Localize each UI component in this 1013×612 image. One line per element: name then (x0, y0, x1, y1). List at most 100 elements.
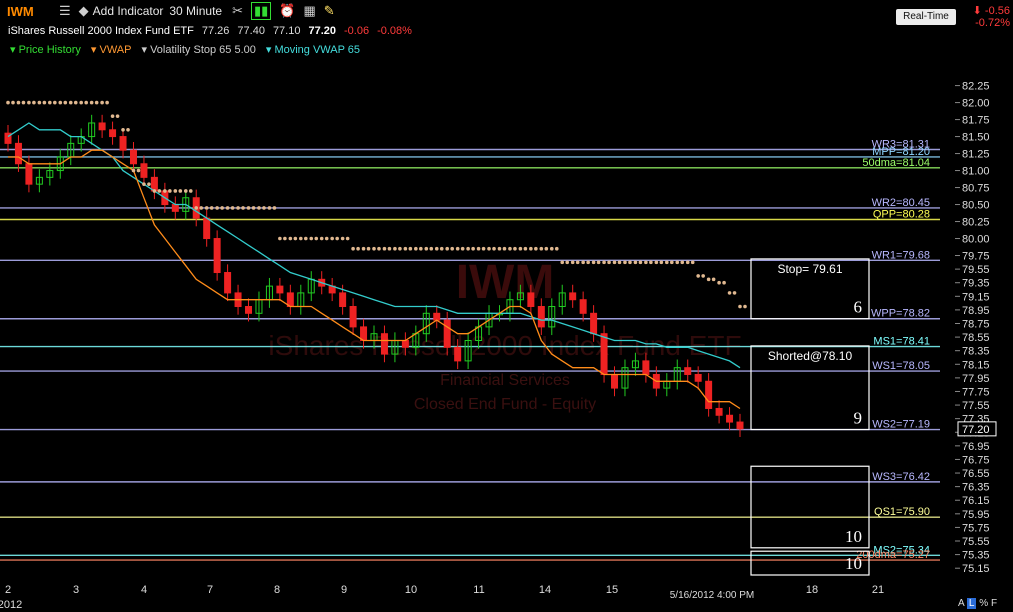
x-tick-label: 9 (341, 584, 347, 596)
interval-select[interactable]: 30 Minute (169, 4, 222, 18)
vol-stop-dot (178, 189, 183, 193)
vol-stop-dot (460, 246, 465, 251)
vol-stop-dot (649, 260, 653, 265)
x-tick-label: 18 (806, 584, 818, 596)
candle (443, 319, 451, 348)
vol-stop-dot (345, 236, 350, 241)
y-tick-label: 76.75 (962, 454, 990, 466)
y-tick-label: 76.95 (962, 441, 990, 453)
vol-stop-dot (230, 206, 235, 210)
quote-pct: -0.08% (377, 25, 412, 37)
y-tick-label: 80.75 (962, 183, 990, 195)
vol-stop-dot (481, 246, 486, 251)
candle (401, 339, 409, 348)
candle (276, 285, 284, 294)
candle (569, 292, 577, 301)
vol-stop-dot (42, 100, 47, 105)
annotation-number: 6 (854, 298, 863, 317)
vol-stop-dot (429, 246, 434, 251)
vol-stop-dot (58, 100, 63, 105)
vol-stop-dot (711, 277, 716, 282)
add-indicator-button[interactable]: Add Indicator (93, 4, 164, 18)
level-label: QS1=75.90 (874, 506, 930, 518)
list-icon[interactable]: ☰ (59, 3, 71, 19)
vol-stop-dot (403, 246, 408, 251)
vol-stop-dot (534, 246, 538, 251)
note-icon[interactable]: ✎ (324, 3, 335, 19)
y-tick-label: 79.55 (962, 264, 990, 276)
candle (380, 333, 388, 355)
fit-toggle[interactable]: F (991, 598, 997, 609)
realtime-badge: Real-Time (896, 9, 956, 25)
vol-stop-dot (717, 280, 721, 285)
vol-stop-dot (84, 100, 88, 105)
quote-low: 77.10 (272, 25, 301, 37)
vol-stop-dot (330, 236, 334, 241)
vol-stop-dot (115, 114, 120, 118)
vol-stop-dot (466, 246, 470, 251)
vol-stop-dot (278, 236, 282, 241)
status-bar: A L % F (958, 598, 997, 609)
vol-stop-dot (743, 304, 747, 309)
price-chart[interactable]: IWM iShares Russell 2000 Index Fund ETF … (0, 60, 1013, 612)
quote-bar: iShares Russell 2000 Index Fund ETF 77.2… (0, 23, 900, 39)
level-label: WR1=79.68 (872, 249, 930, 261)
x-tick-label: 7 (207, 584, 213, 596)
y-tick-label: 79.75 (962, 251, 990, 263)
vol-stop-dot (366, 246, 371, 251)
price-history-label: Price History (18, 43, 81, 56)
candle (684, 367, 692, 375)
vol-stop-dot (387, 246, 392, 251)
percent-scale-toggle[interactable]: % (979, 598, 988, 609)
candle (736, 421, 744, 430)
candle (590, 312, 598, 335)
level-label: WPP=78.82 (871, 308, 930, 320)
level-label: WS2=77.19 (872, 419, 930, 431)
vol-stop-dot (722, 280, 726, 285)
calculator-icon[interactable]: ▦ (303, 3, 315, 19)
symbol-input[interactable]: IWM (7, 4, 55, 19)
vol-stop-dot (471, 246, 475, 251)
vol-stop-dot (89, 100, 94, 105)
level-label: WS1=78.05 (872, 360, 930, 372)
alarm-clock-icon[interactable]: ⏰ (279, 3, 295, 19)
vol-stop-dot (450, 246, 455, 251)
vol-stop-dot (565, 260, 570, 265)
candle (349, 306, 357, 328)
tools-icon[interactable]: ✂ (232, 3, 243, 19)
price-history-study[interactable]: ▾ Price History (10, 43, 81, 56)
vol-stop-dot (105, 100, 109, 105)
level-label: WR2=80.45 (872, 197, 930, 209)
vol-stop-dot (299, 236, 303, 241)
y-tick-label: 77.95 (962, 373, 990, 385)
candle (203, 217, 211, 240)
vol-stop-dot (121, 127, 125, 132)
auto-scale-toggle[interactable]: A (958, 598, 964, 609)
vol-stop-dot (147, 182, 151, 186)
vol-stop-dot (680, 260, 685, 265)
annotation-number: 10 (845, 527, 862, 546)
vol-stop-study[interactable]: ▾ Volatility Stop 65 5.00 (142, 43, 256, 56)
x-tick-label: 11 (473, 584, 484, 596)
linear-scale-toggle[interactable]: L (966, 598, 977, 609)
vol-stop-dot (602, 260, 606, 265)
y-tick-label: 76.15 (962, 495, 990, 507)
vwap-study[interactable]: ▾ VWAP (91, 43, 132, 56)
vol-stop-dot (665, 260, 669, 265)
y-tick-label: 78.55 (962, 332, 990, 344)
candle (109, 129, 117, 138)
vol-stop-dot (37, 100, 42, 105)
y-tick-label: 78.15 (962, 359, 990, 371)
moving-vwap-study[interactable]: ▾ Moving VWAP 65 (266, 43, 360, 56)
vol-stop-dot (539, 246, 544, 251)
candle (600, 333, 608, 375)
add-indicator-icon[interactable]: ◆ (79, 3, 89, 19)
vol-stop-dot (68, 100, 73, 105)
x-tick-label: 10 (405, 584, 417, 596)
candle (726, 414, 734, 423)
candle (245, 306, 253, 314)
y-tick-label: 78.35 (962, 346, 990, 358)
vol-stop-dot (732, 291, 737, 295)
y-tick-label: 82.00 (962, 98, 990, 110)
bar-chart-icon[interactable]: ▮▮ (250, 2, 272, 20)
